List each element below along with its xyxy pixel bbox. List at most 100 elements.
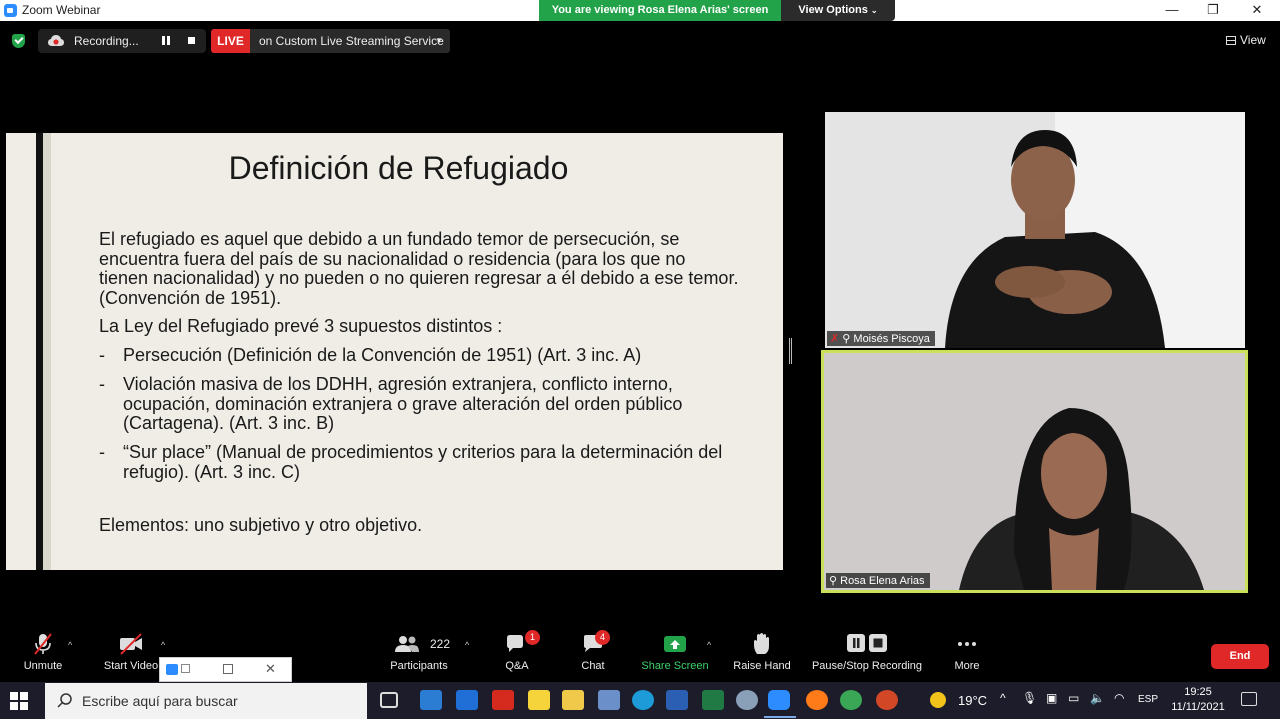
app-icon[interactable] [736, 690, 758, 710]
end-button[interactable]: End [1211, 644, 1269, 669]
pause-stop-recording-button[interactable]: Pause/Stop Recording [808, 632, 926, 672]
more-button[interactable]: More [946, 632, 988, 672]
view-button[interactable]: View [1226, 33, 1266, 47]
more-label: More [954, 660, 980, 672]
qa-button[interactable]: 1 Q&A [498, 630, 540, 672]
notifications-icon[interactable] [1241, 692, 1257, 706]
unmute-button[interactable]: Unmute [20, 632, 66, 672]
pin-icon: ⚲ [842, 333, 851, 345]
qa-label: Q&A [505, 660, 529, 672]
raise-hand-button[interactable]: Raise Hand [732, 632, 792, 672]
wifi-icon[interactable]: ◠ [1114, 691, 1124, 705]
volume-icon[interactable]: 🔈 [1090, 691, 1105, 705]
slide-title: Definición de Refugiado [228, 150, 569, 186]
close-icon[interactable]: ✕ [265, 661, 276, 677]
chevron-up-icon[interactable]: ^ [1000, 691, 1006, 705]
bullet-text: Persecución (Definición de la Convención… [123, 345, 642, 365]
weather-temperature[interactable]: 19°C [958, 693, 987, 708]
file-explorer-icon[interactable] [562, 690, 584, 710]
firefox-icon[interactable] [806, 690, 828, 710]
restore-icon[interactable] [181, 664, 190, 673]
viewing-screen-banner: You are viewing Rosa Elena Arias' screen [539, 0, 781, 21]
unmute-label: Unmute [23, 660, 63, 672]
input-language[interactable]: ESP [1138, 694, 1158, 705]
slide-paragraph-definition: El refugiado es aquel que debido a un fu… [99, 229, 739, 308]
video-off-icon [120, 633, 142, 655]
zoom-mini-icon [166, 664, 178, 675]
qa-badge: 1 [525, 630, 540, 645]
grid-view-icon [1226, 36, 1236, 45]
excel-icon[interactable] [702, 690, 724, 710]
share-screen-label: Share Screen [641, 660, 709, 672]
taskbar-search-box[interactable]: Escribe aquí para buscar [45, 683, 367, 719]
clock-time: 19:25 [1184, 686, 1212, 698]
edge-icon[interactable] [632, 690, 654, 710]
search-placeholder: Escribe aquí para buscar [82, 693, 238, 709]
slide-left-bar [36, 133, 43, 570]
pin-icon: ⚲ [829, 575, 838, 587]
battery-icon[interactable]: ▭ [1068, 691, 1079, 705]
view-options-button[interactable]: View Options ⌄ [781, 0, 895, 21]
bullet-text: “Sur place” (Manual de procedimientos y … [123, 442, 723, 482]
network-icon[interactable]: ▣ [1046, 691, 1057, 705]
acrobat-icon[interactable] [492, 690, 514, 710]
chevron-down-icon: ⌄ [870, 6, 878, 15]
shared-screen-slide: Definición de Refugiado El refugiado es … [6, 133, 783, 570]
network-app-icon[interactable] [598, 690, 620, 710]
pause-stop-recording-label: Pause/Stop Recording [811, 660, 923, 672]
caret-down-icon: ▼ [435, 36, 443, 45]
participants-button[interactable]: 222 Participants [388, 632, 450, 672]
slide-bullet: - “Sur place” (Manual de procedimientos … [99, 442, 739, 482]
cloud-record-icon [48, 35, 64, 46]
bullet-text: Violación masiva de los DDHH, agresión e… [123, 374, 683, 433]
participants-icon [394, 636, 419, 652]
slide-bullet: - Persecución (Definición de la Convenci… [99, 345, 739, 366]
stop-recording-icon[interactable] [188, 37, 195, 44]
minimize-button[interactable]: — [1149, 0, 1195, 21]
view-label: View [1240, 33, 1266, 47]
more-icon [958, 642, 976, 646]
recording-label: Recording... [74, 34, 139, 48]
share-screen-button[interactable]: Share Screen [640, 632, 710, 672]
chat-badge: 4 [595, 630, 610, 645]
live-stream-service-dropdown[interactable]: on Custom Live Streaming Service ▼ [250, 29, 450, 53]
chrome-icon[interactable] [840, 690, 862, 710]
slide-bullet: - Violación masiva de los DDHH, agresión… [99, 374, 739, 434]
mini-window[interactable]: ✕ [159, 657, 292, 682]
weather-sun-icon[interactable] [930, 692, 946, 708]
close-button[interactable]: ✕ [1234, 0, 1280, 21]
slide-paragraph-elementos: Elementos: uno subjetivo y otro objetivo… [99, 515, 423, 535]
slide-paragraph-ley: La Ley del Refugiado prevé 3 supuestos d… [99, 316, 503, 336]
split-resize-handle[interactable] [789, 338, 792, 364]
start-video-button[interactable]: Start Video [100, 632, 162, 672]
video-tile-moises-piscoya[interactable]: ✗ ⚲ Moisés Piscoya [825, 112, 1245, 348]
zoom-taskbar-icon[interactable] [768, 690, 790, 710]
share-screen-icon [664, 636, 686, 652]
live-badge[interactable]: LIVE [211, 29, 250, 53]
word-icon[interactable] [666, 690, 688, 710]
video-options-caret[interactable]: ^ [161, 640, 165, 650]
windows-start-icon[interactable] [10, 692, 28, 710]
audio-options-caret[interactable]: ^ [68, 640, 72, 650]
maximize-icon[interactable] [223, 664, 233, 674]
task-view-icon[interactable] [380, 692, 398, 708]
video-tile-rosa-elena-arias[interactable]: ⚲ Rosa Elena Arias [821, 350, 1248, 593]
mail-icon[interactable] [420, 690, 442, 710]
participants-label: Participants [390, 660, 448, 672]
dropbox-icon[interactable] [456, 690, 478, 710]
search-icon [57, 693, 72, 708]
bullet-marker: - [99, 345, 105, 365]
sticky-notes-icon[interactable] [528, 690, 550, 710]
share-options-caret[interactable]: ^ [707, 640, 711, 650]
shield-icon[interactable] [12, 34, 25, 48]
powerpoint-icon[interactable] [876, 690, 898, 710]
participants-options-caret[interactable]: ^ [465, 640, 469, 650]
chat-button[interactable]: 4 Chat [574, 630, 612, 672]
pause-recording-icon[interactable] [162, 36, 170, 45]
microphone-icon[interactable]: 🎙 [1022, 691, 1037, 705]
muted-mic-icon: ✗ [830, 333, 840, 345]
slide-left-band [43, 133, 51, 570]
restore-button[interactable]: ❐ [1190, 0, 1236, 21]
clock[interactable]: 19:25 11/11/2021 [1170, 685, 1226, 715]
view-options-label: View Options [798, 4, 868, 16]
